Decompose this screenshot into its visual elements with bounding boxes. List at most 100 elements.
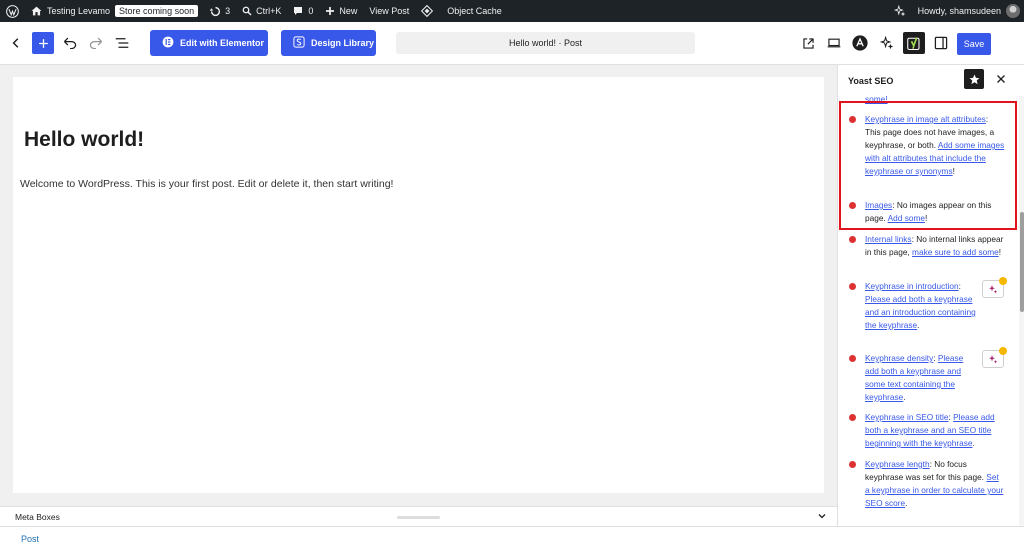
edit-with-elementor-button[interactable]: Edit with Elementor bbox=[150, 30, 268, 56]
ai-fix-button[interactable] bbox=[982, 277, 1007, 298]
list-view-icon bbox=[115, 38, 129, 48]
assessment-end: . bbox=[972, 438, 975, 448]
sidebar-title: Yoast SEO bbox=[848, 75, 894, 86]
command-palette-link[interactable]: Ctrl+K bbox=[236, 0, 287, 22]
assessment-end: ! bbox=[998, 247, 1002, 257]
comment-icon bbox=[293, 6, 303, 16]
sidebar-header: Yoast SEO bbox=[838, 65, 1024, 96]
save-button[interactable]: Save bbox=[957, 33, 991, 55]
view-post-button[interactable] bbox=[796, 31, 820, 55]
star-icon bbox=[969, 74, 979, 84]
device-preview-button[interactable] bbox=[822, 31, 846, 55]
resize-handle[interactable] bbox=[397, 516, 440, 519]
ai-sparkle-icon bbox=[880, 36, 894, 50]
assessment-link[interactable]: Keyphrase length bbox=[865, 459, 930, 469]
fix-link[interactable]: Please add both a keyphrase and an intro… bbox=[865, 294, 976, 330]
document-title: Hello world! · Post bbox=[508, 38, 583, 48]
site-name-link[interactable]: Testing Levamo Store coming soon bbox=[25, 0, 204, 22]
settings-sidebar-toggle[interactable] bbox=[929, 31, 953, 55]
separator: : bbox=[985, 114, 989, 124]
ai-assistant-button[interactable] bbox=[875, 31, 899, 55]
problem-indicator-icon bbox=[849, 283, 856, 290]
fix-link[interactable]: make sure to add some bbox=[912, 247, 999, 257]
lock-icon bbox=[999, 277, 1007, 285]
post-paragraph[interactable]: Welcome to WordPress. This is your first… bbox=[20, 178, 393, 190]
chevron-down-icon[interactable] bbox=[817, 511, 827, 523]
post-title[interactable]: Hello world! bbox=[24, 128, 144, 152]
breadcrumb-post[interactable]: Post bbox=[21, 534, 39, 544]
assessment-link[interactable]: Internal links bbox=[865, 234, 912, 244]
pin-star-button[interactable] bbox=[964, 69, 984, 89]
assessment-link[interactable]: Keyphrase in SEO title bbox=[865, 412, 948, 422]
assessment-end: ! bbox=[952, 166, 955, 176]
yoast-sidebar-button[interactable] bbox=[903, 32, 925, 54]
yoast-icon bbox=[906, 36, 920, 50]
store-status-badge[interactable]: Store coming soon bbox=[115, 5, 199, 17]
plus-icon bbox=[325, 6, 335, 16]
ai-sparkle-icon bbox=[989, 355, 998, 364]
home-icon bbox=[31, 6, 42, 16]
assessment-link[interactable]: Images bbox=[865, 200, 892, 210]
design-library-icon bbox=[293, 36, 305, 50]
problem-indicator-icon bbox=[849, 236, 856, 243]
new-label: New bbox=[339, 6, 358, 16]
astra-settings-button[interactable] bbox=[848, 31, 872, 55]
meta-boxes-panel[interactable]: Meta Boxes bbox=[0, 506, 837, 526]
device-preview-icon bbox=[827, 38, 841, 48]
lock-icon bbox=[999, 347, 1007, 355]
close-sidebar-button[interactable] bbox=[991, 69, 1011, 89]
scrollbar-thumb[interactable] bbox=[1020, 212, 1024, 312]
admin-bar: Testing Levamo Store coming soon 3 Ctrl+… bbox=[0, 0, 1024, 22]
block-inserter-button[interactable] bbox=[32, 32, 54, 54]
truncated-add-some-link[interactable]: some! bbox=[865, 96, 888, 104]
diamond-icon bbox=[421, 5, 434, 17]
undo-icon bbox=[63, 37, 77, 49]
astra-icon bbox=[852, 35, 868, 51]
problem-indicator-icon bbox=[849, 414, 856, 421]
list-view-button[interactable] bbox=[110, 31, 134, 55]
ai-sparkle-icon bbox=[989, 285, 998, 294]
redo-button[interactable] bbox=[84, 31, 108, 55]
redo-icon bbox=[89, 37, 103, 49]
yoast-sidebar: Yoast SEO some! Keyphrase in image alt a… bbox=[837, 65, 1024, 526]
account-menu[interactable]: Howdy, shamsudeen bbox=[912, 0, 1024, 22]
view-post-link[interactable]: View Post bbox=[363, 0, 415, 22]
comments-count: 0 bbox=[308, 6, 314, 16]
meta-boxes-label: Meta Boxes bbox=[15, 511, 60, 522]
design-library-button[interactable]: Design Library bbox=[281, 30, 376, 56]
breadcrumb: Post bbox=[0, 526, 1024, 550]
updates-icon bbox=[210, 6, 221, 17]
assessment-link[interactable]: Keyphrase density bbox=[865, 353, 933, 363]
assessment-end: . bbox=[903, 392, 906, 402]
document-title-bar[interactable]: Hello world! · Post bbox=[396, 32, 695, 54]
object-cache-label: Object Cache bbox=[447, 6, 502, 16]
undo-button[interactable] bbox=[58, 31, 82, 55]
assessment-end: ! bbox=[924, 213, 928, 223]
fix-link[interactable]: Add some bbox=[888, 213, 925, 223]
search-icon bbox=[242, 6, 252, 16]
new-content-link[interactable]: New bbox=[319, 0, 363, 22]
site-name: Testing Levamo bbox=[47, 6, 111, 16]
seo-analysis-list: some! Keyphrase in image alt attributes:… bbox=[838, 96, 1019, 526]
elementor-icon bbox=[162, 36, 174, 50]
updates-link[interactable]: 3 bbox=[204, 0, 236, 22]
howdy-label: Howdy, shamsudeen bbox=[917, 6, 1001, 16]
ai-fix-button[interactable] bbox=[982, 347, 1007, 368]
close-icon bbox=[997, 75, 1005, 83]
assessment-end: . bbox=[905, 498, 908, 508]
object-cache-link[interactable]: Object Cache bbox=[415, 0, 508, 22]
wordpress-logo-icon[interactable] bbox=[0, 0, 25, 22]
comments-link[interactable]: 0 bbox=[287, 0, 319, 22]
editor-canvas-area: Hello world! Welcome to WordPress. This … bbox=[0, 65, 837, 506]
updates-count: 3 bbox=[225, 6, 231, 16]
assessment-link[interactable]: Keyphrase in image alt attributes bbox=[865, 114, 986, 124]
back-chevron-icon[interactable] bbox=[4, 31, 28, 55]
external-link-icon bbox=[802, 37, 814, 49]
sidebar-scrollbar[interactable] bbox=[1019, 96, 1024, 526]
assessment-end: . bbox=[917, 320, 920, 330]
edit-with-elementor-label: Edit with Elementor bbox=[180, 38, 265, 48]
sparkle-icon[interactable] bbox=[888, 0, 912, 22]
design-library-label: Design Library bbox=[311, 38, 375, 48]
problem-indicator-icon bbox=[849, 202, 856, 209]
assessment-link[interactable]: Keyphrase in introduction bbox=[865, 281, 959, 291]
